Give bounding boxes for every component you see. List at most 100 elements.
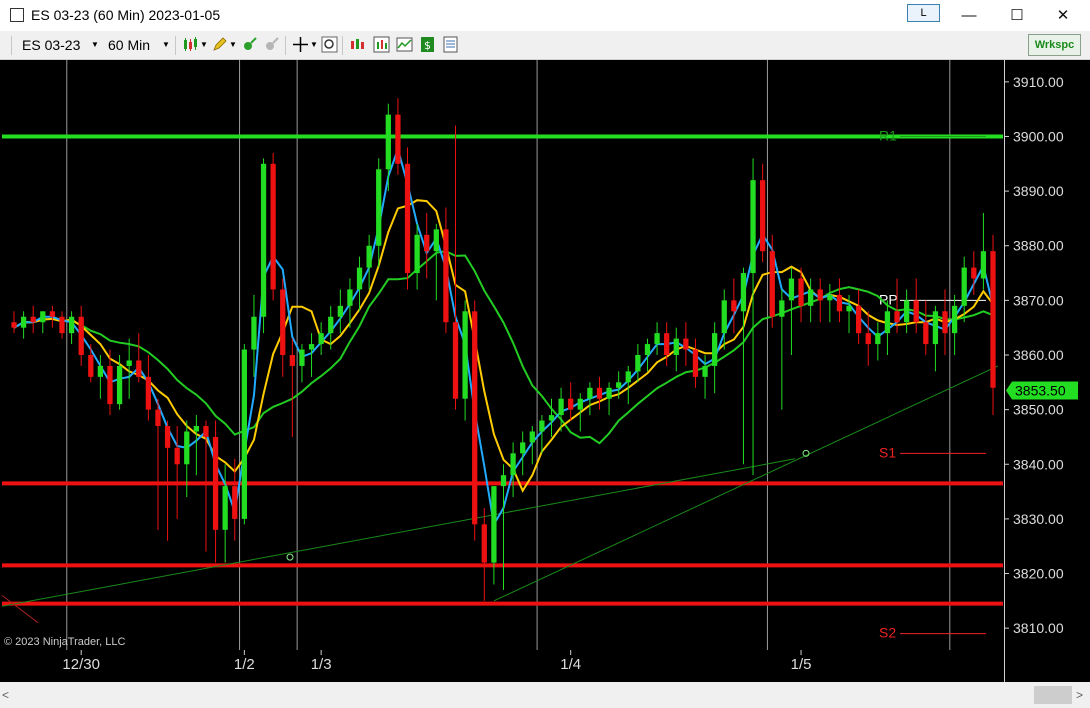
candle-body <box>529 431 535 443</box>
scroll-thumb[interactable] <box>1034 686 1072 704</box>
candle-body <box>817 289 823 301</box>
interval-dropdown-icon[interactable]: ▼ <box>162 40 170 49</box>
candle-body <box>68 316 75 334</box>
price-tick-label: 3810.00 <box>1013 620 1064 636</box>
instrument-selector[interactable]: ES 03-23 <box>22 37 80 53</box>
bar-type-dropdown-icon[interactable]: ▼ <box>200 40 208 49</box>
candle-body <box>807 289 814 306</box>
candle-body <box>596 387 603 399</box>
link-button[interactable]: L <box>907 4 940 22</box>
interval-selector[interactable]: 60 Min <box>108 37 150 53</box>
candle-body <box>548 415 555 421</box>
candle-body <box>212 436 219 530</box>
zoom-in-icon[interactable] <box>241 36 258 53</box>
candle-body <box>568 398 574 410</box>
price-tick-label: 3860.00 <box>1013 347 1064 363</box>
maximize-button[interactable]: ☐ <box>994 0 1040 31</box>
magnify-icon[interactable] <box>321 36 338 53</box>
candle-body <box>951 305 958 334</box>
candle-body <box>145 376 152 410</box>
candle-body <box>347 289 353 306</box>
candle-body <box>923 322 929 345</box>
candle-body <box>356 267 363 290</box>
candle-body <box>40 311 46 323</box>
pivot-label: R1 <box>879 127 897 143</box>
candle-body <box>990 251 996 388</box>
chart-panel[interactable]: R1 PP S1 S2 3810.00 3820.00 3830.00 3840.00 3850… <box>0 60 1090 682</box>
moving-average-line <box>13 250 994 445</box>
price-tick-label: 3820.00 <box>1013 566 1064 582</box>
candle-body <box>299 349 305 366</box>
drawing-pencil-icon[interactable] <box>211 36 228 53</box>
chart-toolbar: ES 03-23 ▼ 60 Min ▼ ▼ ▼ ▼ $ Wrkspc <box>0 31 1090 60</box>
toolbar-separator <box>11 36 12 55</box>
candle-body <box>251 316 257 350</box>
price-tick-label: 3870.00 <box>1013 292 1064 308</box>
candle-body <box>760 180 766 252</box>
candle-body <box>136 360 142 377</box>
candle-body <box>126 360 132 366</box>
candle-body <box>500 475 507 487</box>
candle-body <box>97 365 104 377</box>
candle-body <box>30 316 36 323</box>
properties-icon[interactable] <box>442 36 459 53</box>
drawing-dropdown-icon[interactable]: ▼ <box>229 40 237 49</box>
price-tick-label: 3880.00 <box>1013 238 1064 254</box>
candle-body <box>942 311 948 334</box>
data-box-icon[interactable] <box>349 36 366 53</box>
scroll-right-arrow-icon[interactable]: > <box>1076 688 1083 702</box>
candle-body <box>558 398 564 416</box>
price-tick-label: 3830.00 <box>1013 511 1064 527</box>
candle-body <box>308 344 315 350</box>
scroll-left-arrow-icon[interactable]: < <box>2 688 9 702</box>
toolbar-separator <box>175 36 176 55</box>
crosshair-dropdown-icon[interactable]: ▼ <box>310 40 318 49</box>
candle-body <box>875 333 881 345</box>
candle-body <box>683 338 689 350</box>
indicators-icon[interactable] <box>373 36 390 53</box>
candle-body <box>443 229 449 323</box>
candle-body <box>203 426 209 437</box>
candle-body <box>625 371 631 383</box>
price-chart[interactable]: R1PPS1S2 3810.003820.003830.003840.003850… <box>0 60 1090 682</box>
instrument-dropdown-icon[interactable]: ▼ <box>91 40 99 49</box>
candle-body <box>673 338 679 355</box>
candle-body <box>155 409 161 427</box>
candle-body <box>184 431 190 465</box>
candle-body <box>280 289 286 355</box>
candle-body <box>903 300 910 323</box>
price-tick-label: 3850.00 <box>1013 402 1064 418</box>
candle-body <box>913 300 919 323</box>
candle-body <box>721 300 727 334</box>
chart-app-icon <box>10 8 24 22</box>
money-icon[interactable]: $ <box>419 36 436 53</box>
candle-body <box>712 333 718 366</box>
bar-type-icon[interactable] <box>182 36 199 53</box>
candle-body <box>414 234 420 274</box>
candle-body <box>510 453 516 476</box>
candle-body <box>644 344 651 355</box>
time-tick-label: 12/30 <box>62 656 100 673</box>
candle-body <box>731 300 737 312</box>
candle-body <box>654 333 660 345</box>
toolbar-separator <box>285 36 286 55</box>
crosshair-icon[interactable] <box>292 36 309 53</box>
minimize-button[interactable]: — <box>946 0 992 31</box>
candle-body <box>971 267 977 279</box>
candle-body <box>337 305 343 317</box>
candle-body <box>472 311 478 525</box>
candle-body <box>107 365 113 405</box>
candle-body <box>424 234 430 252</box>
workspace-button[interactable]: Wrkspc <box>1028 34 1081 56</box>
close-button[interactable]: ✕ <box>1040 0 1086 31</box>
strategies-icon[interactable] <box>396 36 413 53</box>
trend-line <box>1 458 796 607</box>
trend-line <box>1 594 39 624</box>
zoom-out-icon[interactable] <box>263 36 280 53</box>
svg-text:$: $ <box>424 39 431 52</box>
time-tick-label: 1/2 <box>234 656 255 673</box>
candle-body <box>606 387 612 399</box>
window-title: ES 03-23 (60 Min) 2023-01-05 <box>31 7 221 23</box>
candle-body <box>193 426 200 432</box>
horizontal-scrollbar[interactable]: < > <box>0 682 1090 708</box>
